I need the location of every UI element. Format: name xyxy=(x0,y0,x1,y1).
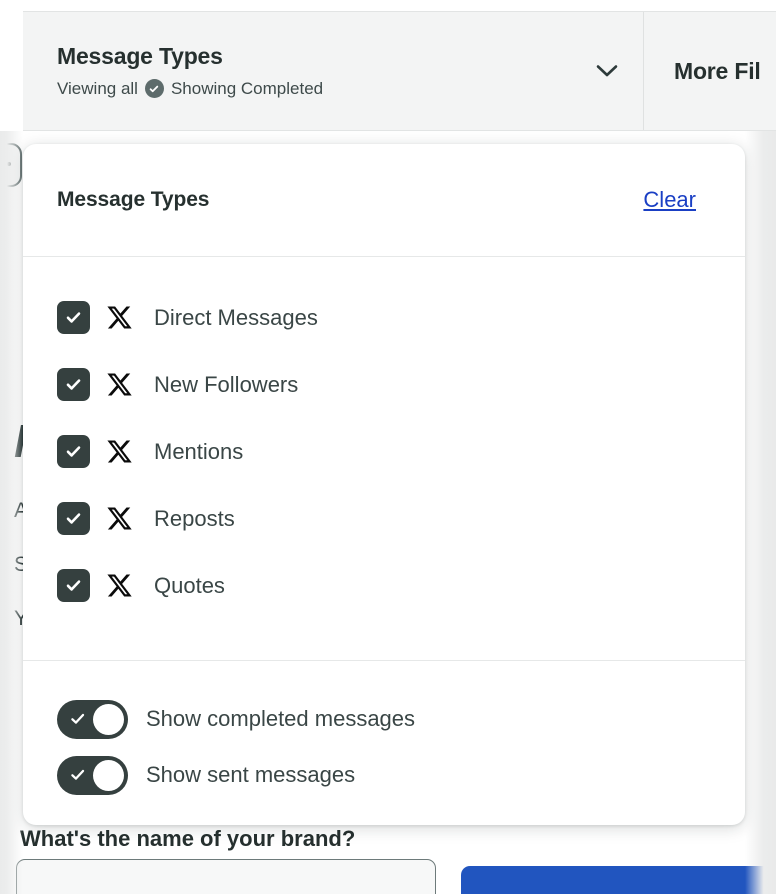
filter-message-types-title: Message Types xyxy=(57,43,621,69)
dropdown-toggle-section: Show completed messages Show sent messag… xyxy=(23,660,745,803)
brand-name-input[interactable] xyxy=(16,859,436,894)
filter-bar: Message Types Viewing all Showing Comple… xyxy=(0,0,776,131)
x-logo-icon xyxy=(104,369,135,400)
toggle-switch-on-icon[interactable] xyxy=(57,756,128,795)
x-logo-icon xyxy=(104,570,135,601)
x-logo-icon xyxy=(104,436,135,467)
list-item-label: Reposts xyxy=(154,506,235,532)
list-item[interactable]: Mentions xyxy=(57,418,745,485)
checkbox-checked-icon[interactable] xyxy=(57,435,90,468)
checkbox-checked-icon[interactable] xyxy=(57,301,90,334)
brand-submit-button[interactable] xyxy=(461,866,776,894)
toggle-label: Show completed messages xyxy=(146,706,415,732)
list-item[interactable]: Reposts xyxy=(57,485,745,552)
side-chip-button[interactable] xyxy=(0,143,22,187)
checkbox-checked-icon[interactable] xyxy=(57,368,90,401)
list-item-label: Quotes xyxy=(154,573,225,599)
dropdown-header: Message Types Clear xyxy=(23,144,745,257)
filter-bar-inner: Message Types Viewing all Showing Comple… xyxy=(23,11,776,131)
toggle-switch-on-icon[interactable] xyxy=(57,700,128,739)
checkbox-checked-icon[interactable] xyxy=(57,569,90,602)
list-item[interactable]: Quotes xyxy=(57,552,745,619)
message-type-list: Direct Messages New Followers xyxy=(23,257,745,660)
list-item-label: New Followers xyxy=(154,372,298,398)
list-item-label: Direct Messages xyxy=(154,305,318,331)
toggle-label: Show sent messages xyxy=(146,762,355,788)
filter-more-filters[interactable]: More Fil xyxy=(643,12,776,130)
list-item[interactable]: Direct Messages xyxy=(57,284,745,351)
dropdown-title: Message Types xyxy=(57,188,209,212)
toggle-show-completed-messages[interactable]: Show completed messages xyxy=(57,691,745,747)
check-circle-icon xyxy=(145,79,164,98)
toggle-show-sent-messages[interactable]: Show sent messages xyxy=(57,747,745,803)
x-logo-icon xyxy=(104,503,135,534)
message-types-dropdown-panel: Message Types Clear Direct Messages xyxy=(23,144,745,825)
dot-icon xyxy=(7,162,11,166)
brand-question-label: What's the name of your brand? xyxy=(20,826,355,852)
filter-status-label: Showing Completed xyxy=(171,79,323,99)
page-root: Message Types Viewing all Showing Comple… xyxy=(0,0,776,894)
filter-message-types-subtitle: Viewing all Showing Completed xyxy=(57,79,621,99)
toggle-knob xyxy=(93,704,124,735)
x-logo-icon xyxy=(104,302,135,333)
filter-more-filters-title: More Fil xyxy=(674,58,776,84)
clear-link[interactable]: Clear xyxy=(643,187,696,213)
chevron-down-icon[interactable] xyxy=(593,57,621,85)
checkbox-checked-icon[interactable] xyxy=(57,502,90,535)
toggle-knob xyxy=(93,760,124,791)
filter-viewing-label: Viewing all xyxy=(57,79,138,99)
list-item-label: Mentions xyxy=(154,439,243,465)
list-item[interactable]: New Followers xyxy=(57,351,745,418)
filter-message-types[interactable]: Message Types Viewing all Showing Comple… xyxy=(23,12,643,130)
